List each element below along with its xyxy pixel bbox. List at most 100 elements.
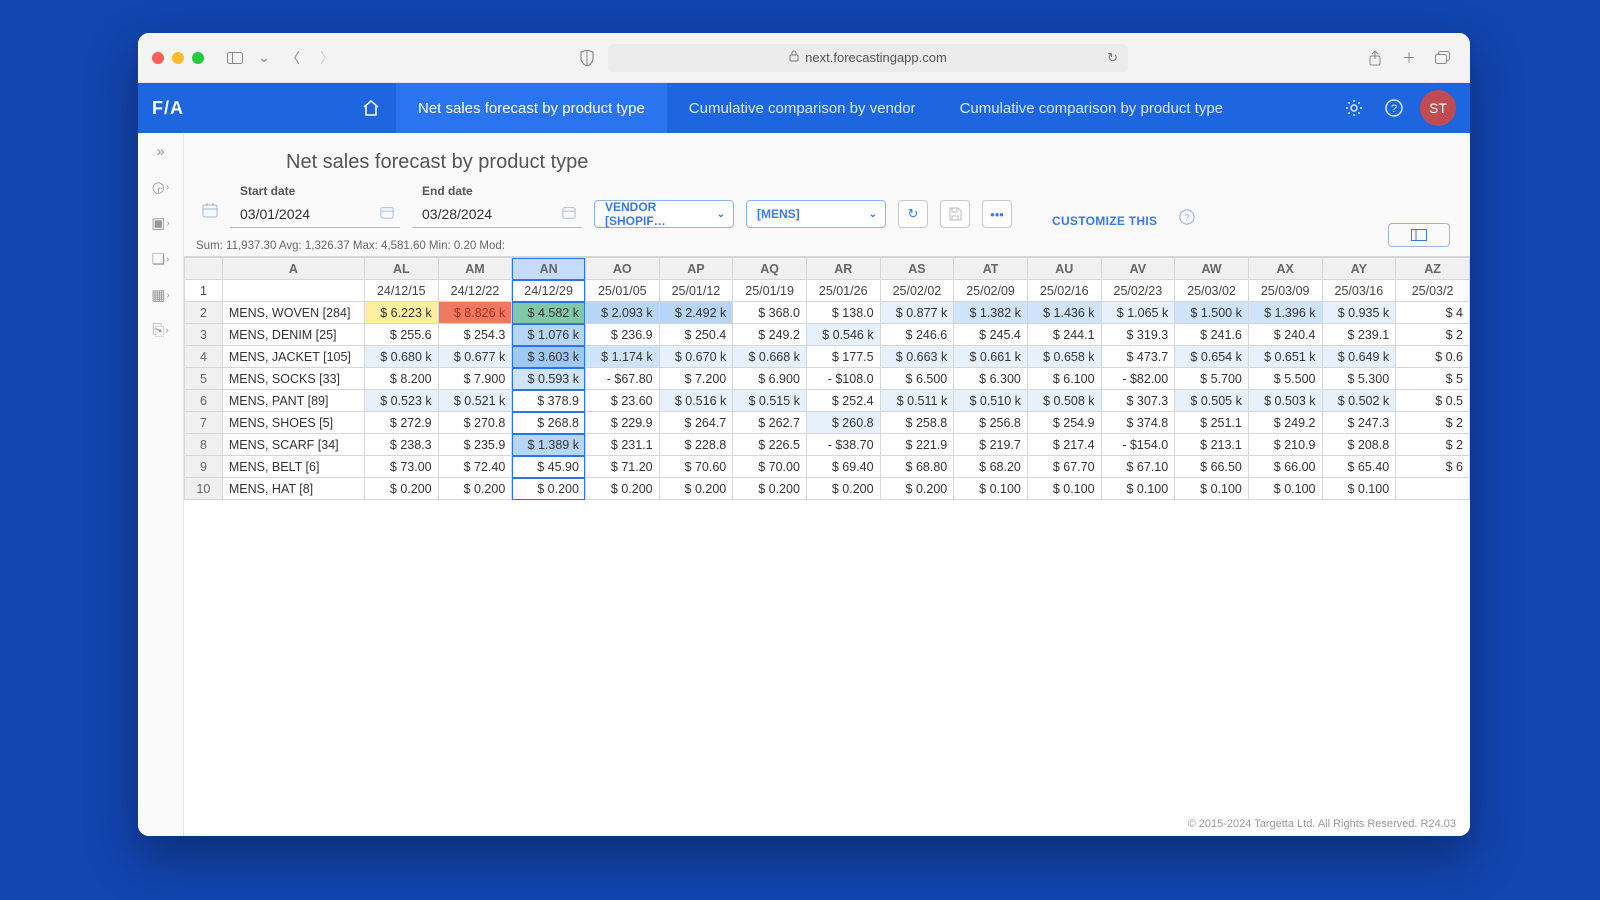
data-cell[interactable]: $ 0.654 k — [1175, 346, 1249, 368]
row-header[interactable]: 4 — [185, 346, 223, 368]
app-logo[interactable]: F/A — [138, 98, 198, 119]
data-cell[interactable]: $ 268.8 — [512, 412, 586, 434]
row-label[interactable]: MENS, SCARF [34] — [222, 434, 364, 456]
data-cell[interactable]: $ 70.60 — [659, 456, 733, 478]
sidebar-cube-icon[interactable]: ❏› — [152, 250, 170, 268]
data-cell[interactable]: $ 138.0 — [806, 302, 880, 324]
col-header[interactable] — [185, 258, 223, 280]
data-cell[interactable]: $ 0.200 — [512, 478, 586, 500]
data-cell[interactable]: $ 264.7 — [659, 412, 733, 434]
data-cell[interactable]: - $38.70 — [806, 434, 880, 456]
data-cell[interactable]: $ 473.7 — [1101, 346, 1175, 368]
address-bar[interactable]: next.forecastingapp.com ↻ — [608, 44, 1128, 72]
data-cell[interactable]: $ 0.5 — [1396, 390, 1470, 412]
data-cell[interactable]: $ 2.492 k — [659, 302, 733, 324]
row-header[interactable]: 3 — [185, 324, 223, 346]
data-cell[interactable]: $ 72.40 — [438, 456, 512, 478]
data-cell[interactable]: $ 0.663 k — [880, 346, 954, 368]
col-header[interactable]: AN — [512, 258, 586, 280]
date-cell[interactable]: 25/01/19 — [733, 280, 807, 302]
chevron-down-icon[interactable]: ⌄ — [256, 45, 272, 71]
data-cell[interactable]: $ 1.389 k — [512, 434, 586, 456]
data-cell[interactable]: $ 378.9 — [512, 390, 586, 412]
row-label[interactable]: MENS, SOCKS [33] — [222, 368, 364, 390]
close-window-icon[interactable] — [152, 52, 164, 64]
date-cell[interactable]: 25/02/09 — [954, 280, 1028, 302]
help-icon[interactable]: ? — [1374, 99, 1414, 117]
data-cell[interactable]: $ 71.20 — [585, 456, 659, 478]
data-cell[interactable]: $ 0.200 — [585, 478, 659, 500]
data-cell[interactable]: $ 0.100 — [1027, 478, 1101, 500]
save-button[interactable] — [940, 200, 970, 228]
data-cell[interactable]: $ 245.4 — [954, 324, 1028, 346]
col-header[interactable]: AP — [659, 258, 733, 280]
data-cell[interactable]: $ 260.8 — [806, 412, 880, 434]
maximize-window-icon[interactable] — [192, 52, 204, 64]
data-cell[interactable]: $ 0.100 — [1248, 478, 1322, 500]
data-cell[interactable]: $ 368.0 — [733, 302, 807, 324]
data-cell[interactable]: $ 374.8 — [1101, 412, 1175, 434]
sidebar-dashboard-icon[interactable]: ◶› — [152, 178, 169, 196]
data-cell[interactable]: $ 5.500 — [1248, 368, 1322, 390]
data-cell[interactable]: $ 0.510 k — [954, 390, 1028, 412]
data-cell[interactable]: $ 0.200 — [438, 478, 512, 500]
col-header[interactable]: AZ — [1396, 258, 1470, 280]
data-cell[interactable]: $ 66.00 — [1248, 456, 1322, 478]
data-cell[interactable]: $ 231.1 — [585, 434, 659, 456]
tab-cum-vendor[interactable]: Cumulative comparison by vendor — [667, 83, 938, 133]
data-cell[interactable]: $ 239.1 — [1322, 324, 1396, 346]
data-cell[interactable]: $ 2.093 k — [585, 302, 659, 324]
help-icon[interactable]: ? — [1179, 209, 1195, 228]
data-cell[interactable]: $ 236.9 — [585, 324, 659, 346]
sidebar-expand-icon[interactable]: » — [156, 143, 164, 160]
data-cell[interactable]: $ 0.505 k — [1175, 390, 1249, 412]
end-date-input[interactable] — [412, 200, 582, 228]
data-cell[interactable]: $ 213.1 — [1175, 434, 1249, 456]
data-cell[interactable]: $ 23.60 — [585, 390, 659, 412]
row-label[interactable]: MENS, DENIM [25] — [222, 324, 364, 346]
data-cell[interactable]: $ 0.661 k — [954, 346, 1028, 368]
data-cell[interactable]: $ 0.100 — [954, 478, 1028, 500]
col-header[interactable]: AL — [364, 258, 438, 280]
refresh-button[interactable]: ↻ — [898, 200, 928, 228]
data-cell[interactable]: $ 2 — [1396, 324, 1470, 346]
date-cell[interactable]: 25/02/16 — [1027, 280, 1101, 302]
data-cell[interactable]: - $108.0 — [806, 368, 880, 390]
data-cell[interactable]: $ 0.515 k — [733, 390, 807, 412]
data-cell[interactable]: $ 258.8 — [880, 412, 954, 434]
data-cell[interactable]: $ 0.677 k — [438, 346, 512, 368]
data-cell[interactable]: - $154.0 — [1101, 434, 1175, 456]
data-cell[interactable]: $ 255.6 — [364, 324, 438, 346]
data-cell[interactable]: $ 0.200 — [659, 478, 733, 500]
col-header[interactable]: AU — [1027, 258, 1101, 280]
data-cell[interactable]: $ 319.3 — [1101, 324, 1175, 346]
data-cell[interactable]: $ 0.935 k — [1322, 302, 1396, 324]
data-cell[interactable] — [1396, 478, 1470, 500]
data-cell[interactable]: $ 6.900 — [733, 368, 807, 390]
data-cell[interactable]: $ 69.40 — [806, 456, 880, 478]
more-button[interactable]: ••• — [982, 200, 1012, 228]
data-cell[interactable]: $ 219.7 — [954, 434, 1028, 456]
date-cell[interactable]: 24/12/15 — [364, 280, 438, 302]
data-cell[interactable]: $ 66.50 — [1175, 456, 1249, 478]
share-icon[interactable] — [1362, 45, 1388, 71]
data-cell[interactable]: $ 67.70 — [1027, 456, 1101, 478]
data-cell[interactable]: $ 0.200 — [806, 478, 880, 500]
date-cell[interactable]: 24/12/22 — [438, 280, 512, 302]
row-header[interactable]: 5 — [185, 368, 223, 390]
data-cell[interactable]: $ 251.1 — [1175, 412, 1249, 434]
sidebar-grid-icon[interactable]: ▦› — [151, 286, 170, 304]
data-cell[interactable]: $ 217.4 — [1027, 434, 1101, 456]
tabs-icon[interactable] — [1430, 45, 1456, 71]
data-cell[interactable]: $ 0.523 k — [364, 390, 438, 412]
data-cell[interactable]: $ 0.200 — [733, 478, 807, 500]
data-cell[interactable]: $ 0.100 — [1175, 478, 1249, 500]
col-header[interactable]: AY — [1322, 258, 1396, 280]
data-cell[interactable]: $ 241.6 — [1175, 324, 1249, 346]
data-cell[interactable]: $ 0.511 k — [880, 390, 954, 412]
sidebar-image-icon[interactable]: ▣› — [151, 214, 170, 232]
calendar-icon[interactable] — [202, 202, 218, 222]
col-header[interactable]: AS — [880, 258, 954, 280]
row-header[interactable]: 8 — [185, 434, 223, 456]
data-cell[interactable]: $ 67.10 — [1101, 456, 1175, 478]
